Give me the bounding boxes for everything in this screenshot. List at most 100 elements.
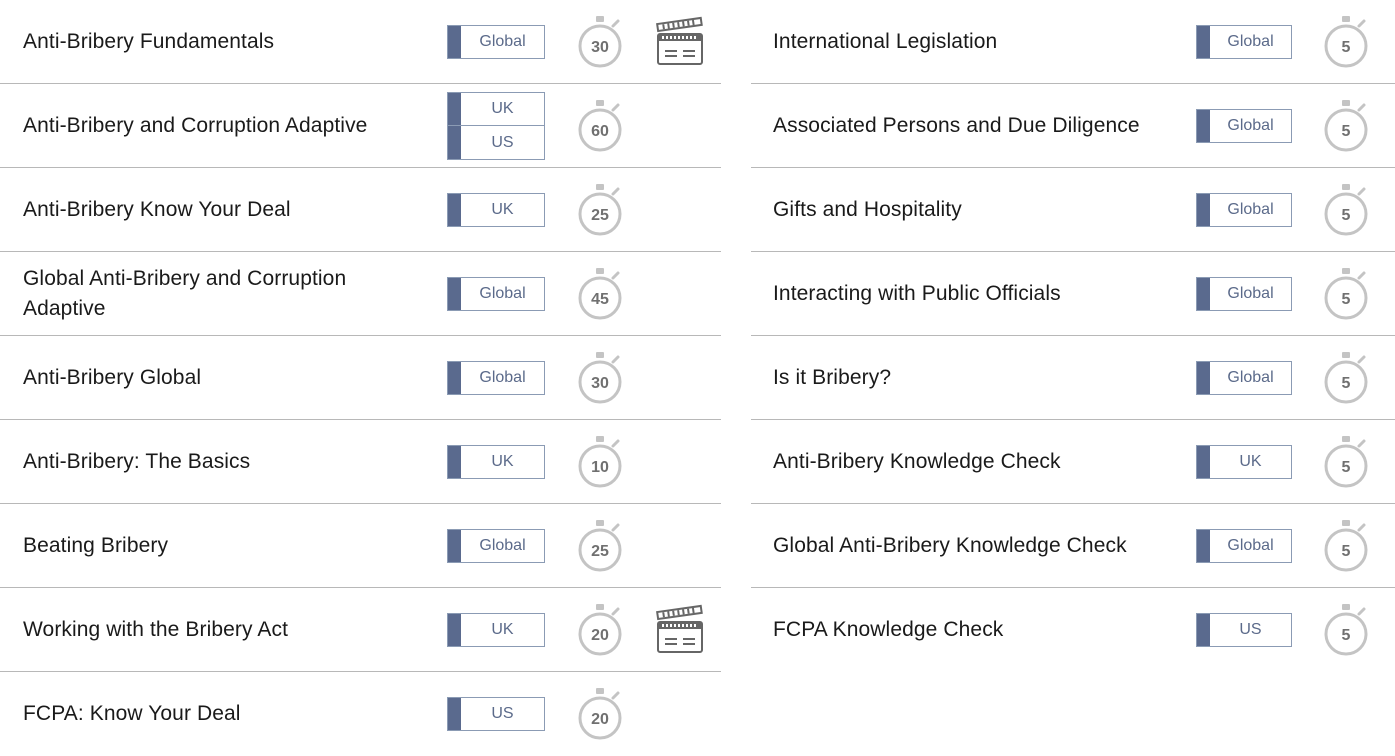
region-tags: US	[1196, 588, 1292, 672]
region-tags: UK	[447, 420, 545, 504]
duration-minutes: 30	[591, 39, 609, 56]
course-row[interactable]: Anti-Bribery Fundamentals Global 30	[0, 0, 721, 84]
course-title: Interacting with Public Officials	[773, 282, 1061, 305]
stopwatch-icon: 25	[576, 168, 624, 252]
course-row[interactable]: Global Anti-Bribery and Corruption Adapt…	[0, 252, 721, 336]
tag-flag	[1197, 194, 1210, 226]
stopwatch-icon: 45	[576, 252, 624, 336]
region-tag: Global	[447, 361, 545, 395]
course-row[interactable]: FCPA Knowledge Check US 5	[751, 588, 1395, 672]
tag-flag	[448, 698, 461, 730]
course-title: International Legislation	[773, 30, 998, 53]
region-tag-label: US	[491, 705, 514, 722]
region-tag-label: Global	[479, 33, 526, 50]
region-tag: Global	[447, 277, 545, 311]
stopwatch-icon: 20	[576, 672, 624, 756]
region-tag-label: UK	[491, 100, 514, 117]
course-row[interactable]: Anti-Bribery Know Your Deal UK 25	[0, 168, 721, 252]
region-tag-label: Global	[1227, 33, 1274, 50]
region-tag: US	[447, 697, 545, 731]
course-row[interactable]: Anti-Bribery and Corruption Adaptive UK U…	[0, 84, 721, 168]
region-tag: Global	[447, 25, 545, 59]
region-tags: UK	[447, 168, 545, 252]
region-tags: Global	[1196, 84, 1292, 168]
tag-flag	[1197, 26, 1210, 58]
stopwatch-icon: 5	[1322, 588, 1370, 672]
stopwatch-icon: 10	[576, 420, 624, 504]
region-tag: UK	[447, 193, 545, 227]
course-row[interactable]: FCPA: Know Your Deal US 20	[0, 672, 721, 756]
duration-minutes: 20	[591, 711, 609, 728]
duration-minutes: 5	[1342, 207, 1351, 224]
region-tags: Global	[1196, 504, 1292, 588]
course-row[interactable]: Beating Bribery Global 25	[0, 504, 721, 588]
course-row[interactable]: Global Anti-Bribery Knowledge Check Glob…	[751, 504, 1395, 588]
region-tag-label: Global	[1227, 369, 1274, 386]
stopwatch-icon: 5	[1322, 84, 1370, 168]
course-title: FCPA: Know Your Deal	[23, 702, 241, 725]
region-tags: US	[447, 672, 545, 756]
course-row[interactable]: Anti-Bribery: The Basics UK 10	[0, 420, 721, 504]
course-title: Associated Persons and Due Diligence	[773, 114, 1140, 137]
stopwatch-icon: 60	[576, 84, 624, 168]
course-title: Anti-Bribery Fundamentals	[23, 30, 275, 53]
duration-minutes: 5	[1342, 627, 1351, 644]
course-title: Anti-Bribery and Corruption Adaptive	[23, 114, 368, 137]
duration-minutes: 30	[591, 375, 609, 392]
tag-flag	[1197, 278, 1210, 310]
course-row[interactable]: International Legislation Global 5	[751, 0, 1395, 84]
duration-minutes: 25	[591, 207, 609, 224]
region-tag: UK	[447, 613, 545, 647]
tag-flag	[1197, 614, 1210, 646]
tag-flag	[448, 278, 461, 310]
stopwatch-icon: 30	[576, 336, 624, 420]
region-tag: UK	[1196, 445, 1292, 479]
course-row[interactable]: Working with the Bribery Act UK 20	[0, 588, 721, 672]
region-tag: Global	[1196, 25, 1292, 59]
region-tag-label: Global	[1227, 117, 1274, 134]
course-title: Anti-Bribery Global	[23, 366, 202, 389]
tag-flag	[448, 93, 461, 125]
duration-minutes: 5	[1342, 543, 1351, 560]
tag-flag	[448, 362, 461, 394]
duration-minutes: 5	[1342, 123, 1351, 140]
region-tag-label: Global	[479, 537, 526, 554]
tag-flag	[1197, 530, 1210, 562]
region-tag: Global	[1196, 109, 1292, 143]
duration-minutes: 5	[1342, 291, 1351, 308]
region-tag-label: UK	[491, 453, 514, 470]
course-row[interactable]: Gifts and Hospitality Global 5	[751, 168, 1395, 252]
region-tag-label: UK	[1239, 453, 1262, 470]
stopwatch-icon: 5	[1322, 420, 1370, 504]
region-tags: Global	[1196, 252, 1292, 336]
region-tag-label: UK	[491, 201, 514, 218]
region-tag: Global	[447, 529, 545, 563]
region-tags: Global	[447, 0, 545, 84]
course-title: Working with the Bribery Act	[23, 618, 289, 641]
duration-minutes: 60	[591, 123, 609, 140]
tag-flag	[448, 530, 461, 562]
course-title: Anti-Bribery Know Your Deal	[23, 198, 291, 221]
region-tag-label: Global	[1227, 285, 1274, 302]
stopwatch-icon: 25	[576, 504, 624, 588]
region-tag-label: US	[1239, 621, 1262, 638]
course-column-right: International Legislation Global 5 Assoc…	[751, 0, 1395, 672]
course-row[interactable]: Anti-Bribery Knowledge Check UK 5	[751, 420, 1395, 504]
tag-flag	[448, 194, 461, 226]
course-title: FCPA Knowledge Check	[773, 618, 1004, 641]
duration-minutes: 25	[591, 543, 609, 560]
course-row[interactable]: Anti-Bribery Global Global 30	[0, 336, 721, 420]
region-tag-label: US	[491, 133, 514, 151]
course-title: Anti-Bribery Knowledge Check	[773, 450, 1061, 473]
duration-minutes: 5	[1342, 375, 1351, 392]
course-row[interactable]: Associated Persons and Due Diligence Glo…	[751, 84, 1395, 168]
stopwatch-icon: 30	[576, 0, 624, 84]
course-row[interactable]: Interacting with Public Officials Global…	[751, 252, 1395, 336]
tag-flag	[448, 446, 461, 478]
stopwatch-icon: 5	[1322, 504, 1370, 588]
course-title: Global Anti-Bribery and Corruption Adapt…	[23, 267, 347, 320]
region-tag-label: Global	[479, 369, 526, 386]
stopwatch-icon: 20	[576, 588, 624, 672]
course-row[interactable]: Is it Bribery? Global 5	[751, 336, 1395, 420]
tag-flag	[448, 26, 461, 58]
